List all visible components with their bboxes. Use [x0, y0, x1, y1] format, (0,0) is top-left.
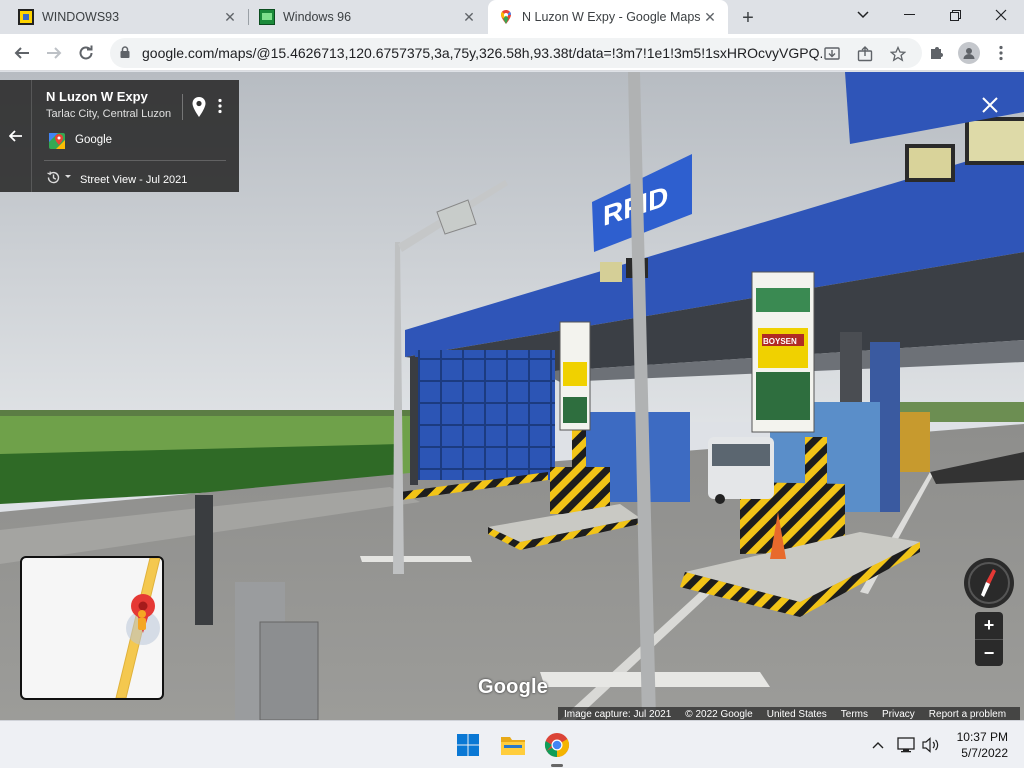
back-button[interactable] — [8, 39, 36, 67]
terms-link[interactable]: Terms — [841, 709, 868, 720]
map-pin-icon[interactable] — [190, 96, 208, 118]
history-clock-icon — [47, 170, 60, 183]
tab-title: N Luzon W Expy - Google Maps — [522, 10, 701, 24]
windows96-favicon-icon — [259, 9, 275, 25]
dropdown-caret-icon — [65, 175, 71, 178]
google-watermark: Google — [478, 676, 549, 698]
url-text[interactable]: google.com/maps/@15.4626713,120.6757375,… — [142, 45, 822, 61]
zoom-in-button[interactable]: + — [975, 612, 1003, 639]
attribution-bar: Image capture: Jul 2021 © 2022 Google Un… — [558, 707, 1021, 720]
imagery-provider: Google — [75, 134, 113, 146]
tab-title: WINDOWS93 — [42, 10, 120, 24]
street-view-date: Street View - Jul 2021 — [80, 174, 188, 186]
profile-avatar[interactable] — [958, 42, 980, 64]
region-link[interactable]: United States — [767, 709, 827, 720]
street-view-panorama[interactable]: RFID BOYSEN — [0, 72, 1024, 720]
more-options-kebab-icon[interactable] — [214, 98, 226, 118]
tab-search-chevron-icon[interactable] — [840, 0, 886, 30]
reload-button[interactable] — [72, 39, 100, 67]
network-icon[interactable] — [896, 735, 916, 755]
system-clock[interactable]: 10:37 PM 5/7/2022 — [950, 729, 1008, 761]
compass-icon — [968, 562, 1010, 604]
clock-date: 5/7/2022 — [961, 746, 1008, 760]
windows93-favicon-icon — [18, 9, 34, 25]
back-to-map-button[interactable] — [0, 80, 32, 192]
browser-toolbar: google.com/maps/@15.4626713,120.6757375,… — [0, 34, 1024, 71]
close-street-view-button[interactable] — [977, 92, 1003, 118]
compass-button[interactable] — [964, 558, 1014, 608]
minimize-button[interactable] — [886, 0, 932, 30]
chrome-menu-kebab-icon[interactable] — [990, 42, 1012, 64]
address-bar[interactable]: google.com/maps/@15.4626713,120.6757375,… — [110, 38, 922, 68]
zoom-controls: + − — [975, 612, 1003, 666]
extensions-puzzle-icon[interactable] — [926, 42, 948, 64]
tab-windows96[interactable]: Windows 96 ✕ — [249, 0, 487, 34]
minimap[interactable] — [20, 556, 164, 700]
close-tab-icon[interactable]: ✕ — [222, 9, 238, 25]
taskbar: 10:37 PM 5/7/2022 — [0, 720, 1024, 768]
google-maps-logo-icon — [49, 133, 65, 149]
chrome-icon — [544, 733, 570, 757]
tab-google-maps[interactable]: N Luzon W Expy - Google Maps ✕ — [488, 0, 728, 34]
place-name[interactable]: N Luzon W Expy — [46, 89, 148, 104]
new-tab-button[interactable]: + — [736, 6, 760, 30]
restore-button[interactable] — [932, 0, 978, 30]
image-capture-date: Image capture: Jul 2021 — [564, 708, 672, 720]
volume-icon[interactable] — [921, 735, 941, 755]
close-icon — [982, 97, 998, 113]
tab-strip: WINDOWS93 ✕ Windows 96 ✕ N Luzon W Expy … — [0, 0, 1024, 34]
svg-text:BOYSEN: BOYSEN — [763, 337, 797, 346]
time-travel-button[interactable] — [46, 169, 74, 185]
arrow-left-icon — [8, 130, 22, 142]
install-app-icon[interactable] — [822, 44, 842, 64]
windows-logo-icon — [457, 734, 479, 756]
chrome-taskbar-button[interactable] — [541, 729, 573, 761]
tab-title: Windows 96 — [283, 10, 352, 24]
file-explorer-button[interactable] — [497, 729, 529, 761]
forward-button[interactable] — [40, 39, 68, 67]
glass-booth — [415, 350, 555, 480]
close-window-button[interactable] — [978, 0, 1024, 30]
active-app-indicator — [551, 764, 563, 767]
folder-icon — [501, 737, 525, 755]
location-info-card: N Luzon W Expy Tarlac City, Central Luzo… — [0, 80, 239, 192]
copyright: © 2022 Google — [685, 708, 753, 720]
google-maps-favicon-icon — [501, 10, 511, 24]
privacy-link[interactable]: Privacy — [882, 709, 915, 720]
close-tab-icon[interactable]: ✕ — [702, 9, 718, 25]
zoom-out-button[interactable]: − — [975, 640, 1003, 667]
lock-icon[interactable] — [120, 46, 130, 58]
clock-time: 10:37 PM — [956, 730, 1008, 744]
place-region: Tarlac City, Central Luzon — [46, 108, 172, 120]
share-icon[interactable] — [855, 44, 875, 64]
tab-windows93[interactable]: WINDOWS93 ✕ — [8, 0, 248, 34]
pegman-icon — [138, 610, 146, 630]
show-hidden-icons-chevron-icon[interactable] — [868, 735, 888, 755]
start-button[interactable] — [452, 729, 484, 761]
bookmark-star-icon[interactable] — [888, 44, 908, 64]
report-problem-link[interactable]: Report a problem — [929, 709, 1006, 720]
close-tab-icon[interactable]: ✕ — [461, 9, 477, 25]
